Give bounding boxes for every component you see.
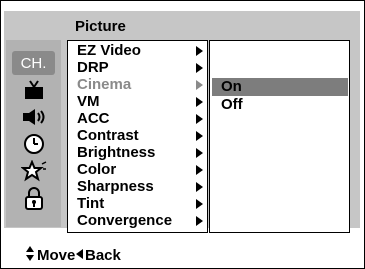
submenu-arrow-icon	[196, 199, 203, 209]
menu-item-label: Color	[77, 161, 117, 178]
channel-icon-label: CH.	[20, 54, 47, 72]
footer-back-label: Back	[85, 247, 121, 264]
submenu-arrow-icon	[196, 63, 203, 73]
submenu-arrow-icon	[196, 80, 203, 90]
submenu-arrow-icon	[196, 46, 203, 56]
menu-item-sharpness[interactable]: Sharpness	[77, 179, 205, 195]
submenu-arrow-icon	[196, 165, 203, 175]
osd-frame: Picture CH. EZ Video DRP Cinema VM ACC C…	[0, 0, 365, 269]
submenu-arrow-icon	[196, 216, 203, 226]
lock-icon-svg	[24, 187, 43, 210]
option-on[interactable]: On	[212, 78, 348, 96]
submenu-arrow-icon	[196, 114, 203, 124]
up-down-arrow-icon	[26, 246, 34, 261]
menu-item-ez-video[interactable]: EZ Video	[77, 43, 205, 59]
clock-icon[interactable]	[12, 132, 55, 156]
submenu-arrow-icon	[196, 148, 203, 158]
option-label: On	[221, 78, 242, 95]
menu-item-label: Brightness	[77, 144, 156, 161]
menu-item-label: VM	[77, 93, 100, 110]
channel-icon[interactable]: CH.	[12, 51, 55, 75]
menu-item-label: ACC	[77, 110, 110, 127]
menu-item-label: Tint	[77, 195, 105, 212]
menu-item-label: Sharpness	[77, 178, 154, 195]
menu-item-convergence[interactable]: Convergence	[77, 213, 205, 229]
menu-item-tint[interactable]: Tint	[77, 196, 205, 212]
menu-item-drp[interactable]: DRP	[77, 60, 205, 76]
lock-icon[interactable]	[12, 186, 55, 210]
picture-menu: EZ Video DRP Cinema VM ACC Contrast Brig…	[67, 40, 208, 233]
menu-item-acc[interactable]: ACC	[77, 111, 205, 127]
menu-item-label: Contrast	[77, 127, 139, 144]
left-arrow-icon	[76, 249, 83, 259]
submenu-arrow-icon	[196, 131, 203, 141]
menu-item-vm[interactable]: VM	[77, 94, 205, 110]
submenu-arrow-icon	[196, 97, 203, 107]
cinema-submenu: On Off	[209, 40, 350, 233]
menu-title: Picture	[75, 18, 126, 35]
menu-item-brightness[interactable]: Brightness	[77, 145, 205, 161]
menu-item-cinema[interactable]: Cinema	[77, 77, 205, 93]
speaker-icon-svg	[22, 109, 44, 125]
submenu-arrow-icon	[196, 182, 203, 192]
menu-item-label: Cinema	[77, 76, 132, 93]
speaker-icon[interactable]	[12, 105, 55, 129]
menu-item-label: EZ Video	[77, 42, 141, 59]
menu-item-label: DRP	[77, 59, 109, 76]
menu-item-color[interactable]: Color	[77, 162, 205, 178]
option-off[interactable]: Off	[212, 96, 348, 114]
tv-icon-svg	[24, 80, 43, 99]
icon-column: CH.	[6, 40, 61, 227]
menu-item-contrast[interactable]: Contrast	[77, 128, 205, 144]
footer-move-label: Move	[37, 247, 76, 264]
footer: Move Back	[1, 238, 364, 268]
tv-icon[interactable]	[12, 78, 55, 102]
menu-item-label: Convergence	[77, 212, 173, 229]
clock-icon-svg	[23, 134, 44, 154]
star-icon-svg	[20, 160, 46, 182]
star-icon[interactable]	[12, 159, 55, 183]
option-label: Off	[221, 96, 243, 113]
